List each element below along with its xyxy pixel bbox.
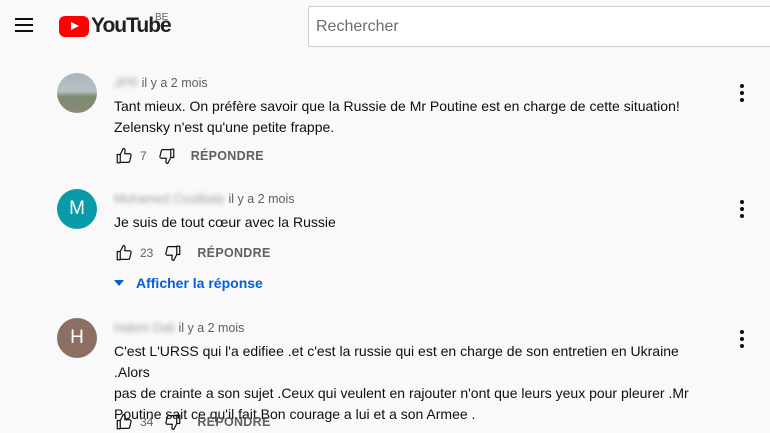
more-options-icon[interactable]: [732, 329, 752, 349]
more-options-icon[interactable]: [732, 199, 752, 219]
search-input[interactable]: [309, 7, 770, 46]
masthead: YouTube BE: [0, 0, 770, 56]
thumbs-down-icon[interactable]: [163, 243, 183, 263]
thumbs-down-icon[interactable]: [157, 146, 177, 166]
comment-time[interactable]: il y a 2 mois: [142, 76, 208, 90]
comment-text-line: Zelensky n'est qu'une petite frappe.: [114, 119, 335, 135]
like-count: 7: [140, 149, 147, 163]
thumbs-up-icon[interactable]: [114, 243, 134, 263]
comment-actions: 23 RÉPONDRE: [114, 241, 271, 265]
comment-header: JPR il y a 2 mois: [114, 76, 208, 90]
thumbs-down-icon[interactable]: [163, 412, 183, 432]
comment-text: Je suis de tout cœur avec la Russie: [114, 212, 714, 233]
like-count: 23: [140, 246, 154, 260]
comment-thread: H Hakim Dali il y a 2 mois C'est L'URSS q…: [57, 318, 757, 433]
comment-text-line: Tant mieux. On préfère savoir que la Rus…: [114, 98, 680, 114]
menu-icon[interactable]: [12, 13, 38, 39]
comment-actions: 34 RÉPONDRE: [114, 410, 271, 433]
comment-thread: JPR il y a 2 mois Tant mieux. On préfère …: [57, 73, 757, 173]
youtube-play-icon: [59, 15, 89, 37]
show-replies-button[interactable]: Afficher la réponse: [114, 272, 263, 294]
comment-time[interactable]: il y a 2 mois: [228, 192, 294, 206]
comment-text: Tant mieux. On préfère savoir que la Rus…: [114, 96, 714, 138]
youtube-logo[interactable]: YouTube: [59, 14, 172, 38]
comment-actions: 7 RÉPONDRE: [114, 144, 264, 168]
avatar[interactable]: M: [57, 189, 97, 229]
comment-text-line: Je suis de tout cœur avec la Russie: [114, 214, 336, 230]
avatar-letter: M: [69, 198, 85, 219]
chevron-down-icon: [114, 280, 124, 286]
comment-text-line: pas de crainte a son sujet .Ceux qui veu…: [114, 385, 689, 401]
comment-header: Mohamed Coulibaly il y a 2 mois: [114, 192, 294, 206]
show-replies-label: Afficher la réponse: [136, 275, 263, 291]
like-count: 34: [140, 415, 154, 429]
comment-author[interactable]: JPR: [114, 76, 138, 90]
comment-header: Hakim Dali il y a 2 mois: [114, 321, 244, 335]
thumbs-up-icon[interactable]: [114, 146, 134, 166]
search-box[interactable]: [308, 6, 770, 47]
comment-author[interactable]: Hakim Dali: [114, 321, 174, 335]
comment-text-line: C'est L'URSS qui l'a edifiee .et c'est l…: [114, 343, 679, 380]
more-options-icon[interactable]: [732, 83, 752, 103]
reply-button[interactable]: RÉPONDRE: [197, 415, 270, 429]
avatar[interactable]: H: [57, 318, 97, 358]
avatar[interactable]: [57, 73, 97, 113]
comment-thread: M Mohamed Coulibaly il y a 2 mois Je suis…: [57, 189, 757, 269]
thumbs-up-icon[interactable]: [114, 412, 134, 432]
comment-author[interactable]: Mohamed Coulibaly: [114, 192, 224, 206]
reply-button[interactable]: RÉPONDRE: [191, 149, 264, 163]
avatar-letter: H: [70, 327, 84, 348]
country-code: BE: [155, 12, 169, 23]
comment-time[interactable]: il y a 2 mois: [178, 321, 244, 335]
reply-button[interactable]: RÉPONDRE: [197, 246, 270, 260]
